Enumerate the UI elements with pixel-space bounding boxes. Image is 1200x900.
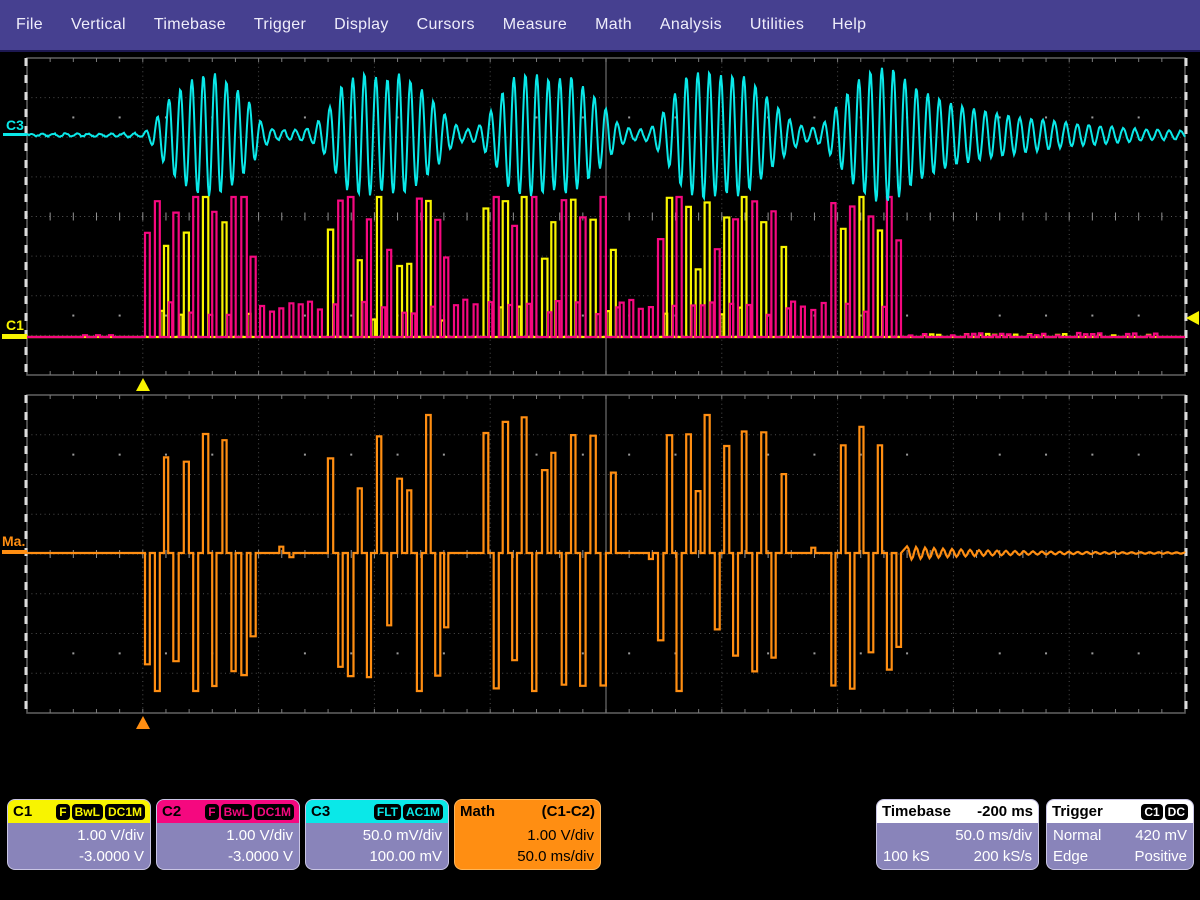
menu-cursors[interactable]: Cursors <box>403 16 489 34</box>
trigger-level-marker[interactable] <box>1186 311 1199 325</box>
trigger-time-marker-bottom-grid[interactable] <box>136 716 150 729</box>
c1-trace-label: C1 <box>6 317 24 333</box>
math-descriptor-box[interactable]: Math (C1-C2) 1.00 V/div 50.0 ms/div <box>455 800 600 869</box>
c1-offset-marker[interactable] <box>2 334 27 339</box>
c2-scale-value: 1.00 V/div <box>157 827 299 844</box>
c3-trace-label: C3 <box>6 117 24 133</box>
c2-trace <box>27 197 1185 337</box>
menu-display[interactable]: Display <box>320 16 403 34</box>
menu-trigger[interactable]: Trigger <box>240 16 320 34</box>
menu-math[interactable]: Math <box>581 16 646 34</box>
menu-help[interactable]: Help <box>818 16 880 34</box>
c3-filter-badge-flt[interactable]: FLT <box>374 804 401 820</box>
scope-display: C3 C1 Ma. <box>0 0 1200 900</box>
menu-utilities[interactable]: Utilities <box>736 16 818 34</box>
c2-box-label: C2 <box>162 803 181 820</box>
menu-measure[interactable]: Measure <box>489 16 581 34</box>
c3-input-badge-ac1m[interactable]: AC1M <box>403 804 443 820</box>
trigger-box-label: Trigger <box>1052 803 1103 820</box>
c2-offset-value: -3.0000 V <box>157 848 299 865</box>
math-trace-label: Ma. <box>2 533 25 549</box>
timebase-samples-value: 100 kS <box>883 848 930 865</box>
trigger-descriptor-box[interactable]: Trigger C1 DC Normal 420 mV Edge Positiv… <box>1047 800 1193 869</box>
trigger-slope-value: Positive <box>1134 848 1187 865</box>
c2-coupling-badge-f[interactable]: F <box>205 804 218 820</box>
c3-descriptor-box[interactable]: C3 FLT AC1M 50.0 mV/div 100.00 mV <box>306 800 448 869</box>
menu-analysis[interactable]: Analysis <box>646 16 736 34</box>
c1-box-label: C1 <box>13 803 32 820</box>
c3-offset-marker[interactable] <box>3 133 27 136</box>
c2-input-badge-dc1m[interactable]: DC1M <box>254 804 294 820</box>
timebase-delay-value: -200 ms <box>977 803 1033 820</box>
c3-scale-value: 50.0 mV/div <box>306 827 448 844</box>
c1-descriptor-box[interactable]: C1 F BwL DC1M 1.00 V/div -3.0000 V <box>8 800 150 869</box>
timebase-descriptor-box[interactable]: Timebase -200 ms 50.0 ms/div 100 kS 200 … <box>877 800 1038 869</box>
c2-descriptor-box[interactable]: C2 F BwL DC1M 1.00 V/div -3.0000 V <box>157 800 299 869</box>
c1-scale-value: 1.00 V/div <box>8 827 150 844</box>
math-box-label: Math <box>460 803 495 820</box>
menu-file[interactable]: File <box>2 16 57 34</box>
menu-vertical[interactable]: Vertical <box>57 16 140 34</box>
menu-timebase[interactable]: Timebase <box>140 16 240 34</box>
math-offset-marker[interactable] <box>2 550 27 554</box>
c1-input-badge-dc1m[interactable]: DC1M <box>105 804 145 820</box>
menu-bar: File Vertical Timebase Trigger Display C… <box>0 0 1200 52</box>
timebase-scale-value: 50.0 ms/div <box>877 827 1038 844</box>
math-time-value: 50.0 ms/div <box>455 848 600 865</box>
descriptor-bar: C1 F BwL DC1M 1.00 V/div -3.0000 V C2 F … <box>0 800 1200 875</box>
math-scale-value: 1.00 V/div <box>455 827 600 844</box>
trigger-level-value: 420 mV <box>1135 827 1187 844</box>
trigger-time-marker-top-grid[interactable] <box>136 378 150 391</box>
c3-offset-value: 100.00 mV <box>306 848 448 865</box>
c3-box-label: C3 <box>311 803 330 820</box>
trigger-mode-value: Normal <box>1053 827 1101 844</box>
c1-bandwidth-badge-bwl[interactable]: BwL <box>72 804 103 820</box>
trigger-source-badge[interactable]: C1 <box>1141 804 1162 820</box>
trigger-coupling-badge[interactable]: DC <box>1165 804 1188 820</box>
math-expression: (C1-C2) <box>542 803 595 820</box>
trigger-type-value: Edge <box>1053 848 1088 865</box>
c2-bandwidth-badge-bwl[interactable]: BwL <box>221 804 252 820</box>
timebase-rate-value: 200 kS/s <box>974 848 1032 865</box>
c1-offset-value: -3.0000 V <box>8 848 150 865</box>
c1-coupling-badge-f[interactable]: F <box>56 804 69 820</box>
timebase-box-label: Timebase <box>882 803 951 820</box>
